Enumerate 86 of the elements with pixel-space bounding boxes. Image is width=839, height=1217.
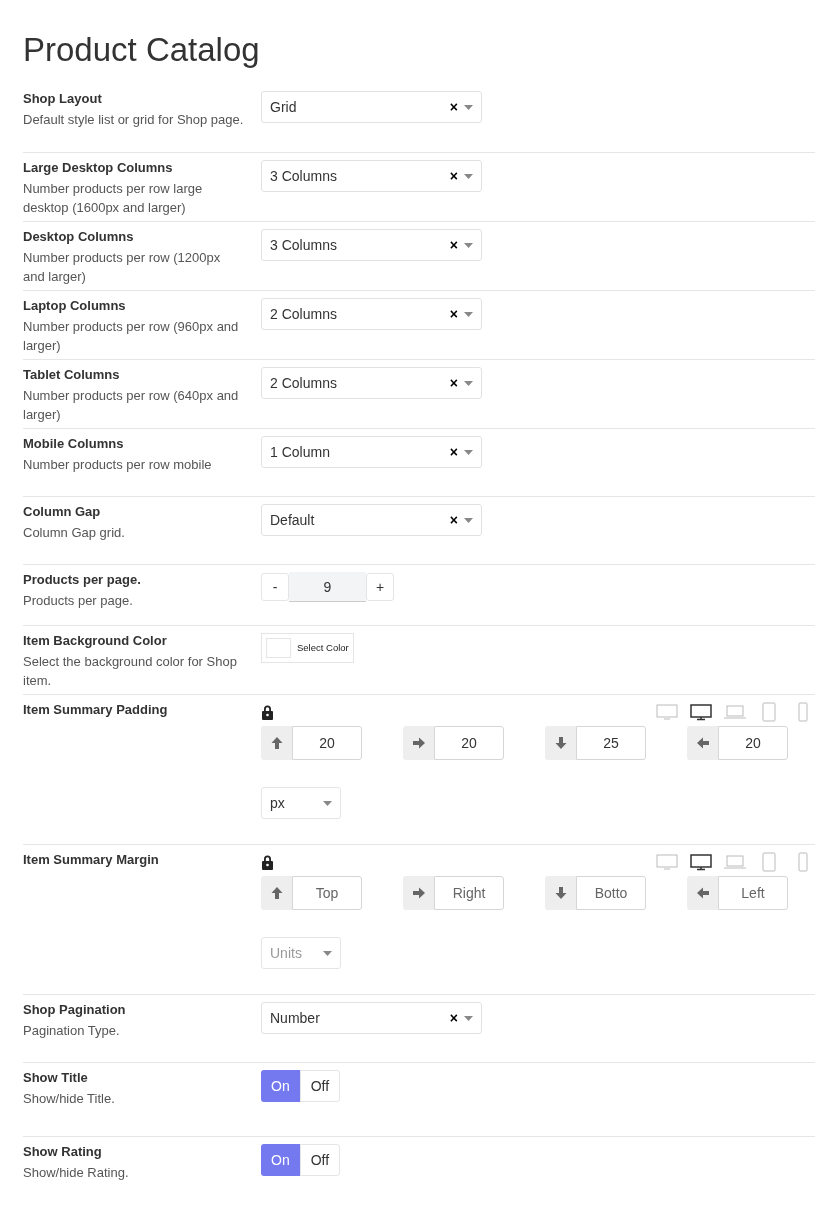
caret-icon — [323, 800, 332, 806]
caret-icon — [464, 1015, 473, 1021]
spacing-input[interactable]: 20 — [718, 726, 788, 760]
clear-icon[interactable]: × — [449, 372, 458, 394]
clear-icon[interactable]: × — [449, 303, 458, 325]
caret-icon — [464, 242, 473, 248]
toggle-option[interactable]: Off — [299, 1144, 341, 1176]
caret-icon — [464, 311, 473, 317]
clear-icon[interactable]: × — [449, 1007, 458, 1029]
laptop-icon[interactable] — [723, 702, 747, 722]
clear-icon[interactable]: × — [449, 165, 458, 187]
spacing-input[interactable]: 20 — [434, 726, 504, 760]
setting-description: Number products per row (960px and larger) — [23, 318, 240, 355]
lock-icon[interactable] — [261, 854, 274, 870]
spacing-input[interactable]: Botto — [576, 876, 646, 910]
caret-icon — [464, 173, 473, 179]
setting-description: Select the background color for Shop item. — [23, 653, 238, 690]
caret-icon — [323, 950, 332, 956]
desktop-icon[interactable] — [689, 852, 713, 872]
toggle-option[interactable]: On — [261, 1070, 300, 1102]
setting-label: Shop Layout — [23, 90, 103, 108]
arrow-up-icon — [269, 736, 284, 750]
caret-icon — [464, 517, 473, 523]
setting-label: Tablet Columns — [23, 366, 121, 384]
arrow-down-icon — [553, 736, 568, 750]
setting-label: Desktop Columns — [23, 228, 135, 246]
select-field[interactable]: 3 Columns × — [261, 160, 482, 192]
select-field[interactable]: Grid × — [261, 91, 482, 123]
setting-label: Shop Pagination — [23, 1001, 127, 1019]
arrow-down-icon — [553, 886, 568, 900]
select-field[interactable]: 2 Columns × — [261, 298, 482, 330]
setting-description: Show/hide Title. — [23, 1090, 116, 1108]
clear-icon[interactable]: × — [449, 96, 458, 118]
toggle-option[interactable]: On — [261, 1144, 300, 1176]
spacing-input[interactable]: Top — [292, 876, 362, 910]
setting-label: Item Summary Padding — [23, 701, 169, 719]
number-input[interactable]: 9 — [289, 572, 366, 602]
setting-description: Number products per row (640px and larger) — [23, 387, 240, 424]
select-field[interactable]: 3 Columns × — [261, 229, 482, 261]
monitor-icon[interactable] — [655, 702, 679, 722]
increment-button[interactable]: + — [366, 573, 394, 601]
clear-icon[interactable]: × — [449, 509, 458, 531]
arrow-right-icon — [411, 886, 426, 900]
setting-label: Column Gap — [23, 503, 102, 521]
setting-description: Default style list or grid for Shop page. — [23, 111, 245, 129]
select-field[interactable]: 1 Column × — [261, 436, 482, 468]
setting-label: Item Background Color — [23, 632, 168, 650]
setting-label: Item Summary Margin — [23, 851, 160, 869]
color-picker-button[interactable]: Select Color — [261, 633, 354, 663]
spacing-input[interactable]: 20 — [292, 726, 362, 760]
arrow-up-icon — [269, 886, 284, 900]
select-field[interactable]: 2 Columns × — [261, 367, 482, 399]
setting-description: Column Gap grid. — [23, 524, 126, 542]
setting-description: Products per page. — [23, 592, 134, 610]
spacing-input[interactable]: Right — [434, 876, 504, 910]
monitor-icon[interactable] — [655, 852, 679, 872]
color-swatch — [266, 638, 291, 658]
arrow-left-icon — [695, 736, 710, 750]
spacing-input[interactable]: Left — [718, 876, 788, 910]
caret-icon — [464, 380, 473, 386]
arrow-right-icon — [411, 736, 426, 750]
setting-description: Number products per row mobile — [23, 456, 213, 474]
setting-label: Show Title — [23, 1069, 89, 1087]
spacing-input[interactable]: 25 — [576, 726, 646, 760]
clear-icon[interactable]: × — [449, 441, 458, 463]
clear-icon[interactable]: × — [449, 234, 458, 256]
laptop-icon[interactable] — [723, 852, 747, 872]
setting-description: Pagination Type. — [23, 1022, 121, 1040]
setting-label: Laptop Columns — [23, 297, 127, 315]
setting-description: Number products per row (1200px and larger) — [23, 249, 222, 286]
arrow-left-icon — [695, 886, 710, 900]
setting-description: Show/hide Rating. — [23, 1164, 130, 1182]
select-field[interactable]: Default × — [261, 504, 482, 536]
setting-label: Products per page. — [23, 571, 142, 589]
unit-select[interactable]: px — [261, 787, 341, 819]
setting-label: Large Desktop Columns — [23, 159, 174, 177]
toggle-option[interactable]: Off — [299, 1070, 341, 1102]
setting-label: Mobile Columns — [23, 435, 125, 453]
page-title: Product Catalog — [23, 30, 261, 70]
caret-icon — [464, 449, 473, 455]
select-field[interactable]: Number × — [261, 1002, 482, 1034]
lock-icon[interactable] — [261, 704, 274, 720]
caret-icon — [464, 104, 473, 110]
desktop-icon[interactable] — [689, 702, 713, 722]
setting-label: Show Rating — [23, 1143, 103, 1161]
setting-description: Number products per row large desktop (1600px and larger) — [23, 180, 204, 217]
